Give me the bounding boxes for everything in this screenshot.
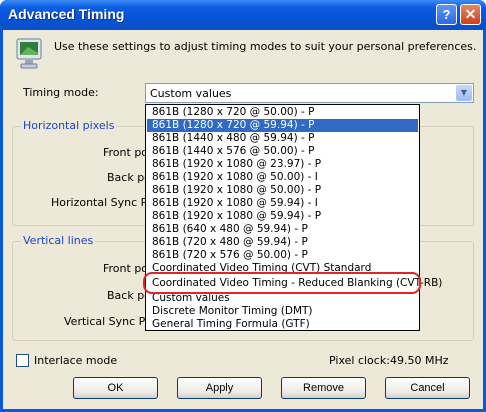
h-front-porch-label: Front po <box>103 146 149 159</box>
dialog-body: Use these settings to adjust timing mode… <box>3 30 483 409</box>
timing-mode-select[interactable]: Custom values ▼ <box>145 83 474 103</box>
help-button[interactable]: ? <box>436 4 457 25</box>
advanced-timing-window: Advanced Timing ? ✕ Use these settings t… <box>0 0 486 412</box>
timing-option[interactable]: 861B (1920 x 1080 @ 50.00) - I <box>147 171 418 184</box>
timing-option[interactable]: 861B (1280 x 720 @ 50.00) - P <box>147 106 418 119</box>
timing-mode-value: Custom values <box>150 87 232 100</box>
pixel-clock-label: Pixel clock: <box>329 354 390 367</box>
v-front-porch-label: Front po <box>103 262 149 275</box>
ok-button[interactable]: OK <box>73 377 158 399</box>
timing-option[interactable]: General Timing Formula (GTF) <box>147 318 418 331</box>
timing-option[interactable]: 861B (720 x 480 @ 59.94) - P <box>147 236 418 249</box>
horizontal-group-title: Horizontal pixels <box>21 119 117 132</box>
window-title: Advanced Timing <box>8 6 125 22</box>
timing-option[interactable]: 861B (1920 x 1080 @ 59.94) - P <box>147 210 418 223</box>
timing-option[interactable]: 861B (640 x 480 @ 59.94) - P <box>147 223 418 236</box>
cancel-button[interactable]: Cancel <box>385 377 470 399</box>
v-sync-polarity-label: Vertical Sync Pol <box>64 315 155 328</box>
intro-text: Use these settings to adjust timing mode… <box>54 40 477 53</box>
timing-mode-dropdown: 861B (1280 x 720 @ 50.00) - P 861B (1280… <box>145 104 442 331</box>
pixel-clock-value: 49.50 <box>390 354 422 367</box>
interlace-checkbox[interactable] <box>16 354 29 367</box>
timing-option[interactable]: Discrete Monitor Timing (DMT) <box>147 305 418 318</box>
timing-option[interactable]: 861B (1920 x 1080 @ 50.00) - P <box>147 184 418 197</box>
pixel-clock-unit: MHz <box>425 354 449 367</box>
timing-option[interactable]: 861B (720 x 576 @ 50.00) - P <box>147 249 418 262</box>
timing-option[interactable]: 861B (1440 x 576 @ 50.00) - P <box>147 145 418 158</box>
chevron-down-icon[interactable]: ▼ <box>456 85 472 101</box>
timing-option[interactable]: 861B (1920 x 1080 @ 59.94) - I <box>147 197 418 210</box>
monitor-icon <box>16 38 42 69</box>
title-bar[interactable]: Advanced Timing ? ✕ <box>0 0 486 30</box>
apply-button[interactable]: Apply <box>177 377 262 399</box>
remove-button[interactable]: Remove <box>281 377 366 399</box>
annotation-highlight <box>143 272 421 294</box>
timing-option[interactable]: 861B (1920 x 1080 @ 23.97) - P <box>147 158 418 171</box>
interlace-label: Interlace mode <box>34 354 118 367</box>
timing-option[interactable]: 861B (1440 x 480 @ 59.94) - P <box>147 132 418 145</box>
timing-option-highlighted[interactable]: 861B (1280 x 720 @ 59.94) - P <box>147 119 418 132</box>
timing-mode-label: Timing mode: <box>23 86 99 99</box>
close-button[interactable]: ✕ <box>460 4 481 25</box>
vertical-group-title: Vertical lines <box>21 234 96 247</box>
